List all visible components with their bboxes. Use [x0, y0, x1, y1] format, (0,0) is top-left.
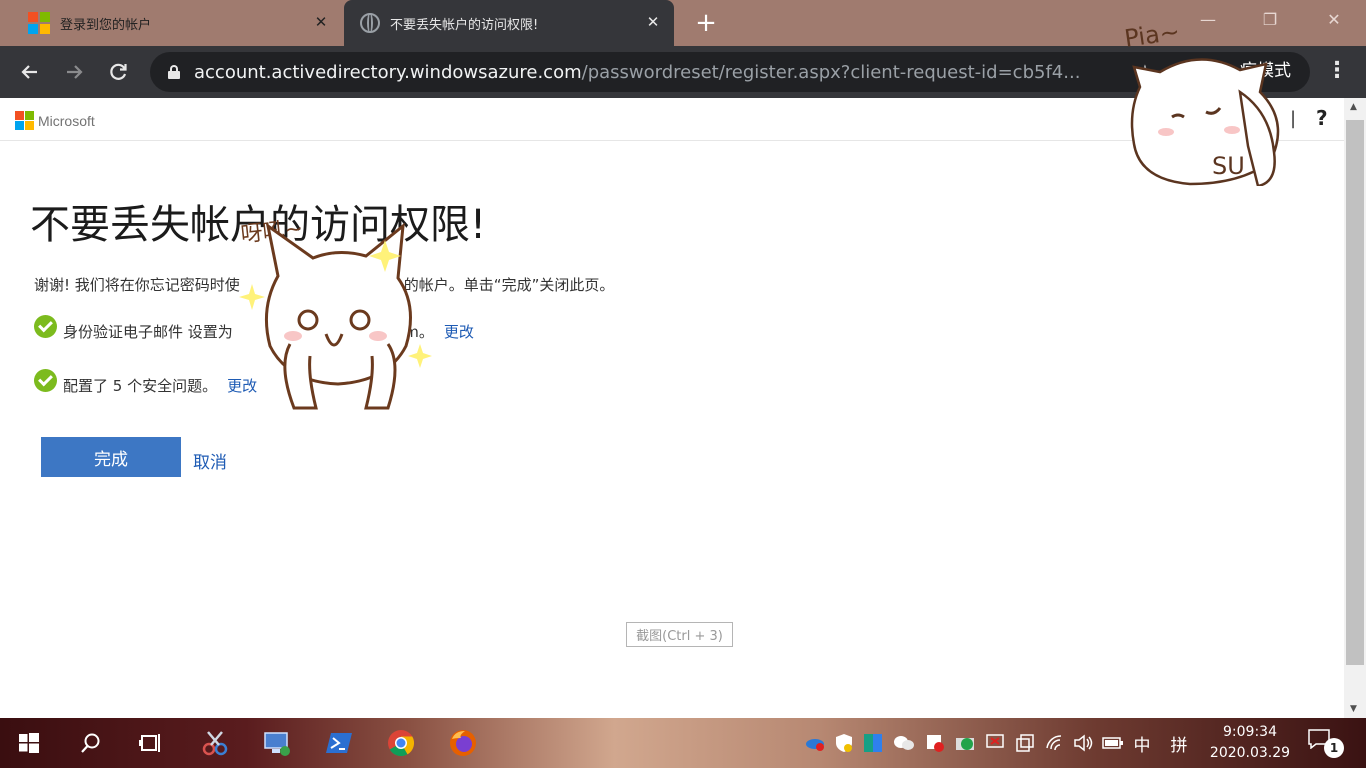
clock-time: 9:09:34 [1223, 724, 1277, 740]
help-icon[interactable]: ? [1316, 106, 1328, 130]
sticker-caption: SU [1212, 152, 1245, 180]
start-button[interactable] [12, 726, 46, 760]
update-check-icon[interactable] [954, 732, 976, 754]
scroll-up-icon[interactable]: ▲ [1350, 102, 1357, 112]
onedrive-icon[interactable] [804, 732, 826, 754]
finish-button[interactable]: 完成 [41, 437, 181, 477]
powershell-icon[interactable] [322, 726, 356, 760]
firefox-icon[interactable] [446, 726, 480, 760]
close-window-button[interactable]: ✕ [1314, 6, 1354, 34]
clock-date: 2020.03.29 [1209, 745, 1291, 761]
reload-button[interactable] [102, 56, 134, 88]
url-text: account.activedirectory.windowsazure.com… [194, 61, 1081, 83]
screenshot-tooltip: 截图(Ctrl + 3) [626, 622, 733, 647]
change-email-link[interactable]: 更改 [444, 321, 474, 342]
pia-sticker: Pia~ SU [1120, 12, 1300, 188]
ime-mode[interactable]: 拼 [1168, 732, 1190, 756]
browser-menu-icon[interactable]: ⋮ [1326, 58, 1348, 83]
globe-icon [360, 13, 380, 33]
checkmark-icon [34, 315, 57, 338]
brand-name: Microsoft [38, 112, 95, 129]
microsoft-logo-icon [15, 111, 34, 130]
microsoft-brand: Microsoft [15, 111, 95, 130]
search-icon[interactable] [74, 726, 108, 760]
vertical-scrollbar[interactable]: ▲ ▼ [1344, 98, 1366, 718]
task-view-icon[interactable] [134, 726, 168, 760]
battery-icon[interactable] [1102, 732, 1124, 754]
tab-active[interactable]: 不要丢失帐户的访问权限! ✕ [344, 0, 674, 46]
scrollbar-thumb[interactable] [1346, 120, 1364, 665]
security-shield-icon[interactable] [833, 732, 855, 754]
snipping-tool-icon[interactable] [198, 726, 232, 760]
cat-sticker: 呀吼~ [238, 196, 438, 416]
scroll-down-icon[interactable]: ▼ [1350, 704, 1357, 714]
item-text: 身份验证电子邮件 设置为 [63, 323, 233, 341]
tab-title: 登录到您的帐户 [60, 17, 152, 33]
checkmark-icon [34, 369, 57, 392]
taskbar-clock[interactable]: 9:09:34 2020.03.29 [1208, 722, 1292, 764]
sticker-caption: Pia~ [1123, 17, 1182, 52]
list-item: 配置了 5 个安全问题。 更改 [34, 369, 257, 397]
lock-icon [168, 65, 180, 79]
wifi-icon[interactable] [1044, 732, 1066, 754]
windows-copy-icon[interactable] [1014, 732, 1036, 754]
back-button[interactable] [14, 56, 46, 88]
cancel-link[interactable]: 取消 [193, 448, 227, 473]
close-tab-icon[interactable]: ✕ [642, 11, 664, 33]
item-text: 配置了 5 个安全问题。 [63, 377, 218, 395]
new-tab-button[interactable]: + [690, 8, 722, 38]
notification-app-icon[interactable] [924, 732, 946, 754]
network-adapter-icon[interactable] [984, 732, 1006, 754]
tab-title: 不要丢失帐户的访问权限! [390, 17, 539, 33]
microsoft-logo-icon [28, 12, 50, 34]
notification-count-badge: 1 [1324, 738, 1344, 758]
ime-language[interactable]: 中 [1131, 732, 1153, 756]
tab-signin[interactable]: 登录到您的帐户 ✕ [0, 0, 342, 46]
volume-icon[interactable] [1072, 732, 1094, 754]
remote-desktop-icon[interactable] [260, 726, 294, 760]
wechat-icon[interactable] [893, 732, 915, 754]
app-tray-icon[interactable] [862, 732, 884, 754]
taskbar: 中 拼 9:09:34 2020.03.29 1 [0, 718, 1366, 768]
forward-button[interactable] [58, 56, 90, 88]
close-tab-icon[interactable]: ✕ [310, 11, 332, 33]
chrome-icon[interactable] [384, 726, 418, 760]
